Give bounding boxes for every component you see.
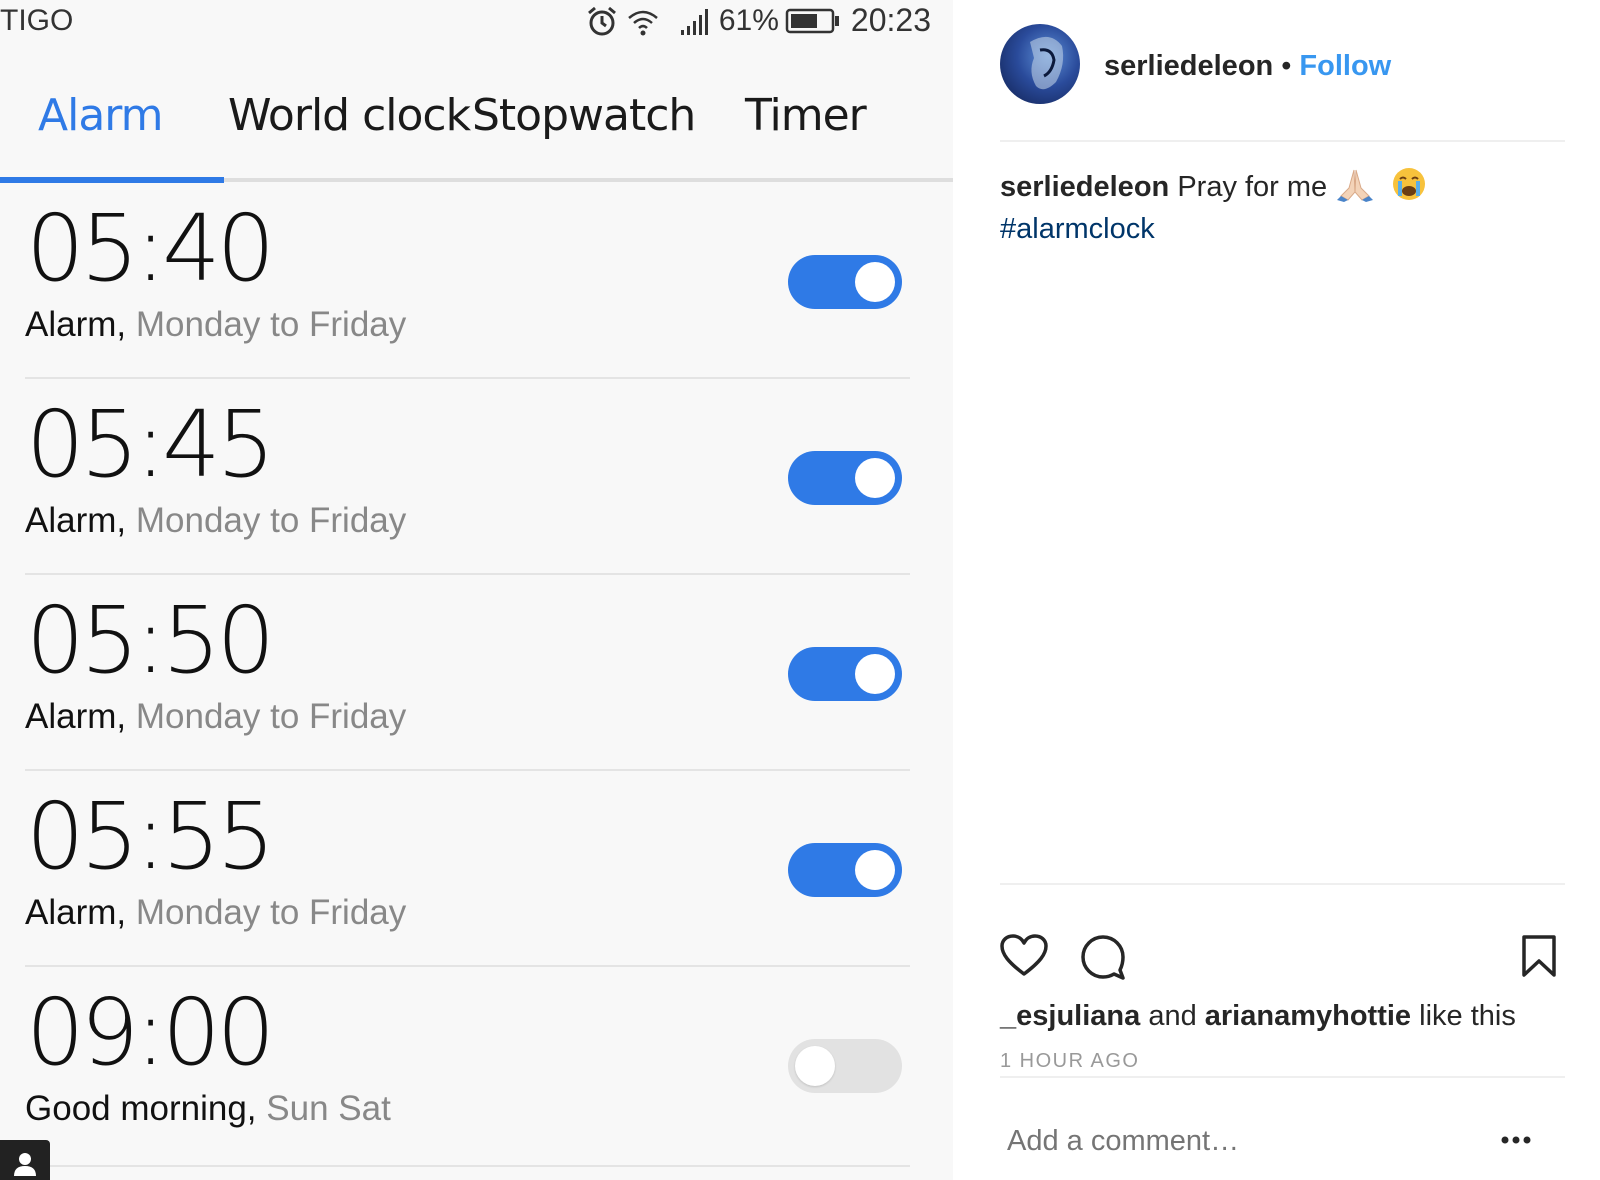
tab-stopwatch[interactable]: Stopwatch xyxy=(472,90,696,141)
tab-alarm[interactable]: Alarm xyxy=(38,90,163,141)
alarm-toggle[interactable] xyxy=(788,647,902,701)
alarm-time: 05:40 xyxy=(26,195,275,302)
tab-timer[interactable]: Timer xyxy=(745,90,867,141)
alarm-icon xyxy=(585,4,619,38)
toggle-knob xyxy=(795,1046,835,1086)
toggle-knob xyxy=(855,262,895,302)
divider xyxy=(25,1165,910,1167)
alarm-time: 05:55 xyxy=(26,783,275,890)
toggle-knob xyxy=(855,654,895,694)
alarm-label: Alarm, xyxy=(25,305,127,344)
alarm-label: Alarm, xyxy=(25,893,127,932)
alarm-description: Alarm, Monday to Friday xyxy=(25,697,406,737)
status-icons: 61% 20:23 xyxy=(585,2,931,39)
avatar[interactable] xyxy=(1000,24,1080,104)
person-icon xyxy=(0,1140,50,1180)
alarm-label: Good morning, xyxy=(25,1089,257,1128)
comment-input[interactable] xyxy=(1005,1124,1489,1159)
wifi-icon xyxy=(625,4,661,38)
folded-hands-emoji xyxy=(1335,166,1375,211)
alarm-toggle[interactable] xyxy=(788,255,902,309)
tab-world-clock[interactable]: World clock xyxy=(228,90,471,141)
likes-suffix: like this xyxy=(1419,1000,1516,1032)
likes-line: _esjuliana and arianamyhottie like this xyxy=(1000,1000,1516,1033)
liker-username[interactable]: _esjuliana xyxy=(1000,1000,1140,1032)
clock-app-screenshot: TIGO 61% 20:23 Alarm World clock Stopwat… xyxy=(0,0,953,1180)
divider xyxy=(1000,883,1565,885)
alarm-item[interactable]: 05:55 Alarm, Monday to Friday xyxy=(0,771,953,967)
status-bar: TIGO 61% 20:23 xyxy=(0,0,953,48)
separator-dot: • xyxy=(1281,50,1292,82)
clock-tab-bar: Alarm World clock Stopwatch Timer xyxy=(0,68,953,183)
more-options-icon[interactable] xyxy=(1500,1132,1532,1150)
status-time: 20:23 xyxy=(850,2,931,38)
alarm-label: Alarm, xyxy=(25,697,127,736)
post-author-line: serliedeleon • Follow xyxy=(1104,50,1391,83)
caption-username[interactable]: serliedeleon xyxy=(1000,171,1169,203)
alarm-description: Alarm, Monday to Friday xyxy=(25,501,406,541)
alarm-toggle[interactable] xyxy=(788,451,902,505)
liker-username[interactable]: arianamyhottie xyxy=(1205,1000,1411,1032)
alarm-item[interactable]: 05:50 Alarm, Monday to Friday xyxy=(0,575,953,771)
battery-icon xyxy=(785,6,841,36)
caption-text: Pray for me xyxy=(1177,171,1328,204)
alarm-description: Alarm, Monday to Friday xyxy=(25,893,406,933)
post-timestamp: 1 HOUR AGO xyxy=(1000,1050,1140,1072)
post-actions xyxy=(1000,934,1565,984)
alarm-days: Monday to Friday xyxy=(135,893,407,932)
signal-icon xyxy=(679,4,713,38)
alarm-days: Monday to Friday xyxy=(135,305,407,344)
alarm-description: Good morning, Sun Sat xyxy=(25,1089,391,1129)
instagram-post-panel: serliedeleon • Follow serliedeleon Pray fo… xyxy=(953,0,1600,1180)
divider xyxy=(1000,1076,1565,1078)
post-username[interactable]: serliedeleon xyxy=(1104,50,1273,82)
alarm-time: 09:00 xyxy=(26,979,275,1086)
hashtag-link[interactable]: #alarmclock xyxy=(1000,213,1155,245)
post-header: serliedeleon • Follow xyxy=(1000,24,1565,144)
alarm-time: 05:50 xyxy=(26,587,275,694)
alarm-days: Sun Sat xyxy=(266,1089,391,1128)
alarm-item[interactable]: 09:00 Good morning, Sun Sat xyxy=(0,967,953,1167)
heart-icon[interactable] xyxy=(1000,934,1048,983)
alarm-list: 05:40 Alarm, Monday to Friday 05:45 Alar… xyxy=(0,183,953,1167)
alarm-days: Monday to Friday xyxy=(135,501,407,540)
bookmark-icon[interactable] xyxy=(1521,934,1557,983)
likes-and: and xyxy=(1148,1000,1197,1032)
loudly-crying-face-emoji xyxy=(1391,166,1427,211)
alarm-item[interactable]: 05:40 Alarm, Monday to Friday xyxy=(0,183,953,379)
alarm-description: Alarm, Monday to Friday xyxy=(25,305,406,345)
post-caption: serliedeleon Pray for me #alarmclock xyxy=(1000,166,1565,247)
alarm-toggle[interactable] xyxy=(788,1039,902,1093)
follow-button[interactable]: Follow xyxy=(1299,50,1391,82)
toggle-knob xyxy=(855,458,895,498)
divider xyxy=(1000,140,1565,142)
alarm-item[interactable]: 05:45 Alarm, Monday to Friday xyxy=(0,379,953,575)
alarm-days: Monday to Friday xyxy=(135,697,407,736)
toggle-knob xyxy=(855,850,895,890)
alarm-time: 05:45 xyxy=(26,391,275,498)
alarm-label: Alarm, xyxy=(25,501,127,540)
comment-icon[interactable] xyxy=(1080,934,1126,985)
alarm-toggle[interactable] xyxy=(788,843,902,897)
battery-percent: 61% xyxy=(718,3,779,37)
carrier-name: TIGO xyxy=(0,4,74,37)
